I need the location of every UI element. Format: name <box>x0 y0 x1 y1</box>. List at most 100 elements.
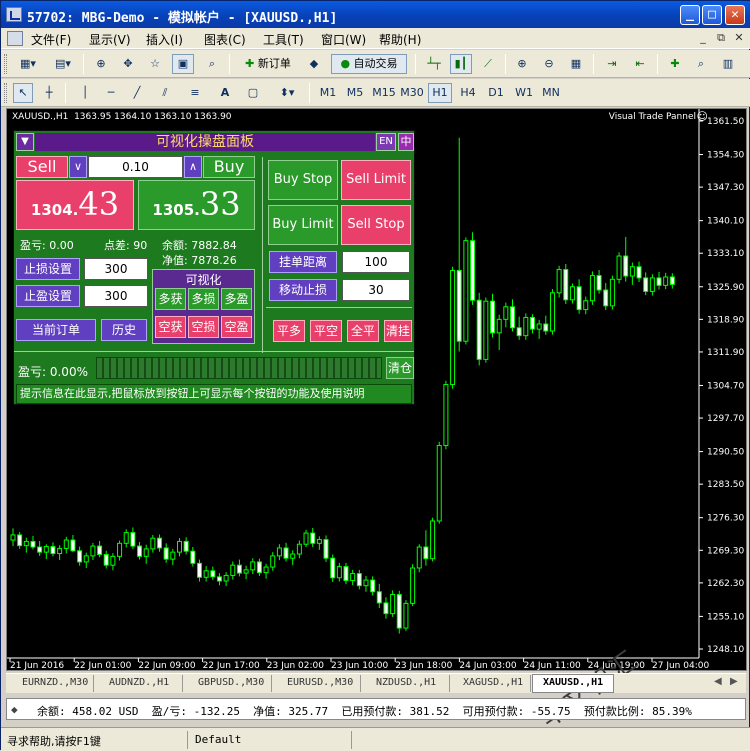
vertical-line-icon[interactable]: │ <box>75 83 95 103</box>
terminal-icon[interactable]: ▣ <box>172 54 194 74</box>
tf-m1[interactable]: M1 <box>317 83 339 103</box>
buy-stop-button[interactable]: Buy Stop <box>268 160 338 200</box>
sell-stop-button[interactable]: Sell Stop <box>341 205 411 245</box>
vis-short-profit-button[interactable]: 空盈 <box>221 316 252 338</box>
close-positions-button[interactable]: 清仓 <box>386 357 414 379</box>
tf-h1[interactable]: H1 <box>428 83 452 103</box>
text-icon[interactable]: A <box>215 83 235 103</box>
ask-price-button[interactable]: 1305.33 <box>138 180 255 230</box>
tf-m30[interactable]: M30 <box>399 83 425 103</box>
indicators-icon[interactable]: ✚ <box>665 54 685 74</box>
tab-eurnzd[interactable]: EURNZD.,M30 <box>8 675 94 692</box>
text-label-icon[interactable]: ▢ <box>243 83 263 103</box>
auto-scroll-icon[interactable]: ⇥ <box>601 54 623 74</box>
new-order-button[interactable]: ✚ 新订单 <box>237 54 299 74</box>
candlestick-icon[interactable]: ▮┃ <box>450 54 472 74</box>
search-icon[interactable]: ⌕ <box>691 54 711 74</box>
sell-button[interactable]: Sell <box>16 156 68 178</box>
profiles-icon[interactable]: ▤▾ <box>49 54 77 74</box>
lot-up-icon[interactable]: ∧ <box>184 156 202 178</box>
stop-loss-settings-button[interactable]: 止损设置 <box>16 258 80 280</box>
buy-limit-button[interactable]: Buy Limit <box>268 205 338 245</box>
menu-file[interactable]: 文件(F) <box>31 31 71 48</box>
trailing-stop-field[interactable]: 30 <box>342 279 410 301</box>
tab-scroll-left-icon[interactable]: ◀ <box>714 676 722 687</box>
tf-w1[interactable]: W1 <box>512 83 536 103</box>
take-profit-field[interactable]: 300 <box>84 285 148 307</box>
equidistant-channel-icon[interactable]: ⫽ <box>153 83 177 103</box>
tf-mn[interactable]: MN <box>539 83 563 103</box>
menu-insert[interactable]: 插入(I) <box>146 31 183 48</box>
tab-xauusd[interactable]: XAUUSD.,H1 <box>532 674 614 693</box>
stop-loss-field[interactable]: 300 <box>84 258 148 280</box>
mdi-restore-icon[interactable]: ⧉ <box>713 31 729 46</box>
tab-audnzd[interactable]: AUDNZD.,H1 <box>95 675 183 692</box>
navigator-icon[interactable]: ✥ <box>118 54 138 74</box>
bid-price-button[interactable]: 1304.43 <box>16 180 134 230</box>
vis-long-profit-button[interactable]: 多盈 <box>221 288 252 310</box>
pending-distance-field[interactable]: 100 <box>342 251 410 273</box>
close-short-button[interactable]: 平空 <box>310 320 342 342</box>
mdi-minimize-icon[interactable]: _ <box>695 31 711 46</box>
tf-d1[interactable]: D1 <box>484 83 508 103</box>
arrows-icon[interactable]: ⬍▾ <box>273 83 301 103</box>
menu-tools[interactable]: 工具(T) <box>263 31 304 48</box>
vis-long-all-button[interactable]: 多获 <box>155 288 186 310</box>
favorites-icon[interactable]: ☆ <box>145 54 165 74</box>
clear-pending-button[interactable]: 清挂 <box>384 320 412 342</box>
market-watch-icon[interactable]: ⊕ <box>91 54 111 74</box>
menu-charts[interactable]: 图表(C) <box>204 31 246 48</box>
vis-long-loss-button[interactable]: 多损 <box>188 288 219 310</box>
zoom-in-icon[interactable]: ⊕ <box>511 54 533 74</box>
zoom-out-icon[interactable]: ⊖ <box>538 54 560 74</box>
maximize-button[interactable]: □ <box>702 5 722 25</box>
price-chart[interactable]: 1361.50 1354.30 1347.30 1340.10 1333.10 1325.… <box>6 108 747 734</box>
vis-short-all-button[interactable]: 空获 <box>155 316 186 338</box>
buy-button[interactable]: Buy <box>203 156 255 178</box>
tf-h4[interactable]: H4 <box>456 83 480 103</box>
lang-en-button[interactable]: EN <box>376 133 396 151</box>
history-button[interactable]: 历史 <box>101 319 147 341</box>
chart-shift-icon[interactable]: ⇤ <box>629 54 651 74</box>
crosshair-icon[interactable]: ┼ <box>39 83 59 103</box>
horizontal-line-icon[interactable]: ─ <box>101 83 121 103</box>
tf-m5[interactable]: M5 <box>343 83 367 103</box>
lang-cn-button[interactable]: 中 <box>398 133 414 151</box>
trendline-icon[interactable]: ╱ <box>127 83 147 103</box>
take-profit-settings-button[interactable]: 止盈设置 <box>16 285 80 307</box>
close-button[interactable]: ✕ <box>725 5 745 25</box>
cursor-icon[interactable]: ↖ <box>13 83 33 103</box>
lot-field[interactable]: 0.10 <box>88 156 183 178</box>
tab-nzdusd[interactable]: NZDUSD.,H1 <box>362 675 450 692</box>
price-tick-label: 1347.30 <box>707 183 744 193</box>
close-long-button[interactable]: 平多 <box>273 320 305 342</box>
vis-short-loss-button[interactable]: 空损 <box>188 316 219 338</box>
strategy-tester-icon[interactable]: ⌕ <box>201 54 223 74</box>
menu-view[interactable]: 显示(V) <box>89 31 131 48</box>
auto-trading-button[interactable]: ● 自动交易 <box>331 54 407 74</box>
lot-down-icon[interactable]: ∨ <box>69 156 87 178</box>
metaeditor-icon[interactable]: ◆ <box>303 54 325 74</box>
fibonacci-icon[interactable]: ≡ <box>183 83 207 103</box>
current-orders-button[interactable]: 当前订单 <box>16 319 96 341</box>
new-chart-icon[interactable]: ▦▾ <box>13 54 43 74</box>
tile-windows-icon[interactable]: ▦ <box>565 54 587 74</box>
mdi-close-icon[interactable]: ✕ <box>731 31 747 46</box>
bar-chart-icon[interactable]: ┴┬ <box>423 54 445 74</box>
pending-distance-button[interactable]: 挂单距离 <box>269 251 337 273</box>
menu-help[interactable]: 帮助(H) <box>379 31 421 48</box>
sell-limit-button[interactable]: Sell Limit <box>341 160 411 200</box>
community-icon[interactable]: ▥ <box>717 54 739 74</box>
trailing-stop-button[interactable]: 移动止损 <box>269 279 337 301</box>
line-chart-icon[interactable]: ⟋ <box>477 54 499 74</box>
tab-scroll-right-icon[interactable]: ▶ <box>730 676 738 687</box>
close-all-button[interactable]: 全平 <box>347 320 379 342</box>
tf-m15[interactable]: M15 <box>371 83 397 103</box>
expand-panel-icon[interactable]: ◆ <box>11 703 18 716</box>
menu-window[interactable]: 窗口(W) <box>321 31 366 48</box>
collapse-panel-icon[interactable]: ▼ <box>16 133 34 151</box>
minimize-button[interactable]: _ <box>680 5 700 25</box>
tab-eurusd[interactable]: EURUSD.,M30 <box>273 675 361 692</box>
tab-xagusd[interactable]: XAGUSD.,H1 <box>451 675 531 692</box>
tab-gbpusd[interactable]: GBPUSD.,M30 <box>184 675 272 692</box>
